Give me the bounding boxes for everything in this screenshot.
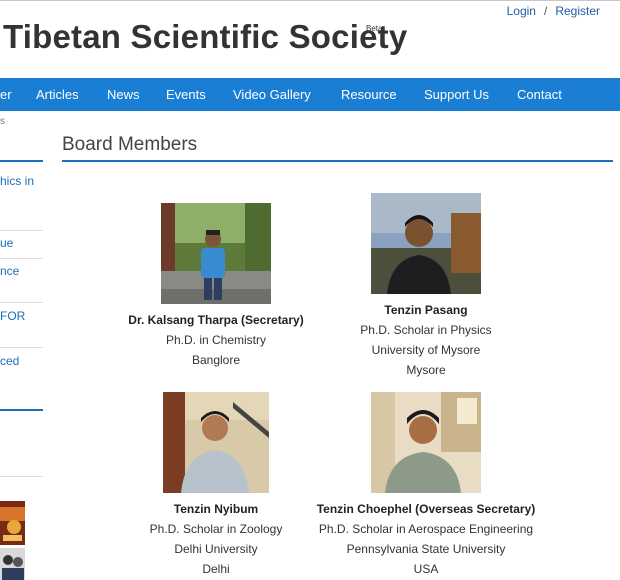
beta-badge: Beta xyxy=(366,24,383,33)
member-university: Pennsylvania State University xyxy=(346,542,506,556)
sidebar-divider xyxy=(0,258,43,259)
title-underline xyxy=(62,160,613,162)
member-location: Delhi xyxy=(202,562,230,576)
member-name: Tenzin Pasang xyxy=(384,303,468,317)
nav-item-news[interactable]: News xyxy=(107,78,140,111)
member-card: Tenzin Choephel (Overseas Secretary) Ph.… xyxy=(306,392,546,579)
member-name: Tenzin Nyibum xyxy=(173,502,259,516)
sidebar-divider xyxy=(0,302,43,303)
member-photo xyxy=(161,203,271,304)
nav-item-resource[interactable]: Resource xyxy=(341,78,397,111)
sidebar-item-1[interactable]: hics in xyxy=(0,174,34,188)
register-link[interactable]: Register xyxy=(555,4,600,18)
member-location: USA xyxy=(413,562,439,576)
page-title: Board Members xyxy=(62,134,198,155)
member-card: Tenzin Nyibum Ph.D. Scholar in Zoology D… xyxy=(96,392,336,579)
member-photo xyxy=(163,392,269,493)
member-card: Dr. Kalsang Tharpa (Secretary) Ph.D. in … xyxy=(96,203,336,370)
auth-links: Login / Register xyxy=(507,4,600,18)
member-degree: Ph.D. Scholar in Zoology xyxy=(149,522,283,536)
sidebar-item-4[interactable]: FOR xyxy=(0,309,25,323)
sidebar-thumbnail[interactable] xyxy=(0,548,25,580)
nav-item-video-gallery[interactable]: Video Gallery xyxy=(233,78,311,111)
sidebar-item-5[interactable]: ced xyxy=(0,354,19,368)
member-name: Tenzin Choephel (Overseas Secretary) xyxy=(316,502,536,516)
top-border xyxy=(0,0,620,1)
member-degree: Ph.D. Scholar in Physics xyxy=(360,323,492,337)
member-university: University of Mysore xyxy=(371,343,481,357)
sidebar-breadcrumb-fragment: s xyxy=(0,116,5,127)
sidebar-item-2[interactable]: ue xyxy=(0,236,13,250)
nav-item-articles[interactable]: Articles xyxy=(36,78,79,111)
member-photo xyxy=(371,193,481,294)
sidebar-divider xyxy=(0,476,43,477)
sidebar-bottom-rule xyxy=(0,409,43,411)
member-location: Banglore xyxy=(191,353,241,367)
sidebar-top-rule xyxy=(0,160,43,162)
member-name: Dr. Kalsang Tharpa (Secretary) xyxy=(128,313,304,327)
nav-item-events[interactable]: Events xyxy=(166,78,206,111)
auth-separator: / xyxy=(543,4,548,18)
member-location: Mysore xyxy=(406,363,446,377)
member-degree: Ph.D. in Chemistry xyxy=(165,333,267,347)
member-photo xyxy=(371,392,481,493)
member-card: Tenzin Pasang Ph.D. Scholar in Physics U… xyxy=(306,193,546,380)
sidebar-thumbnail[interactable] xyxy=(0,501,25,545)
nav-item-contact[interactable]: Contact xyxy=(517,78,562,111)
main-navbar: er Articles News Events Video Gallery Re… xyxy=(0,78,620,111)
sidebar-divider xyxy=(0,230,43,231)
sidebar-item-3[interactable]: nce xyxy=(0,264,19,278)
nav-item-partial[interactable]: er xyxy=(0,78,12,111)
member-university: Delhi University xyxy=(174,542,258,556)
member-degree: Ph.D. Scholar in Aerospace Engineering xyxy=(318,522,534,536)
site-title[interactable]: Tibetan Scientific Society xyxy=(3,18,407,56)
login-link[interactable]: Login xyxy=(507,4,536,18)
nav-item-support-us[interactable]: Support Us xyxy=(424,78,489,111)
sidebar-divider xyxy=(0,347,43,348)
